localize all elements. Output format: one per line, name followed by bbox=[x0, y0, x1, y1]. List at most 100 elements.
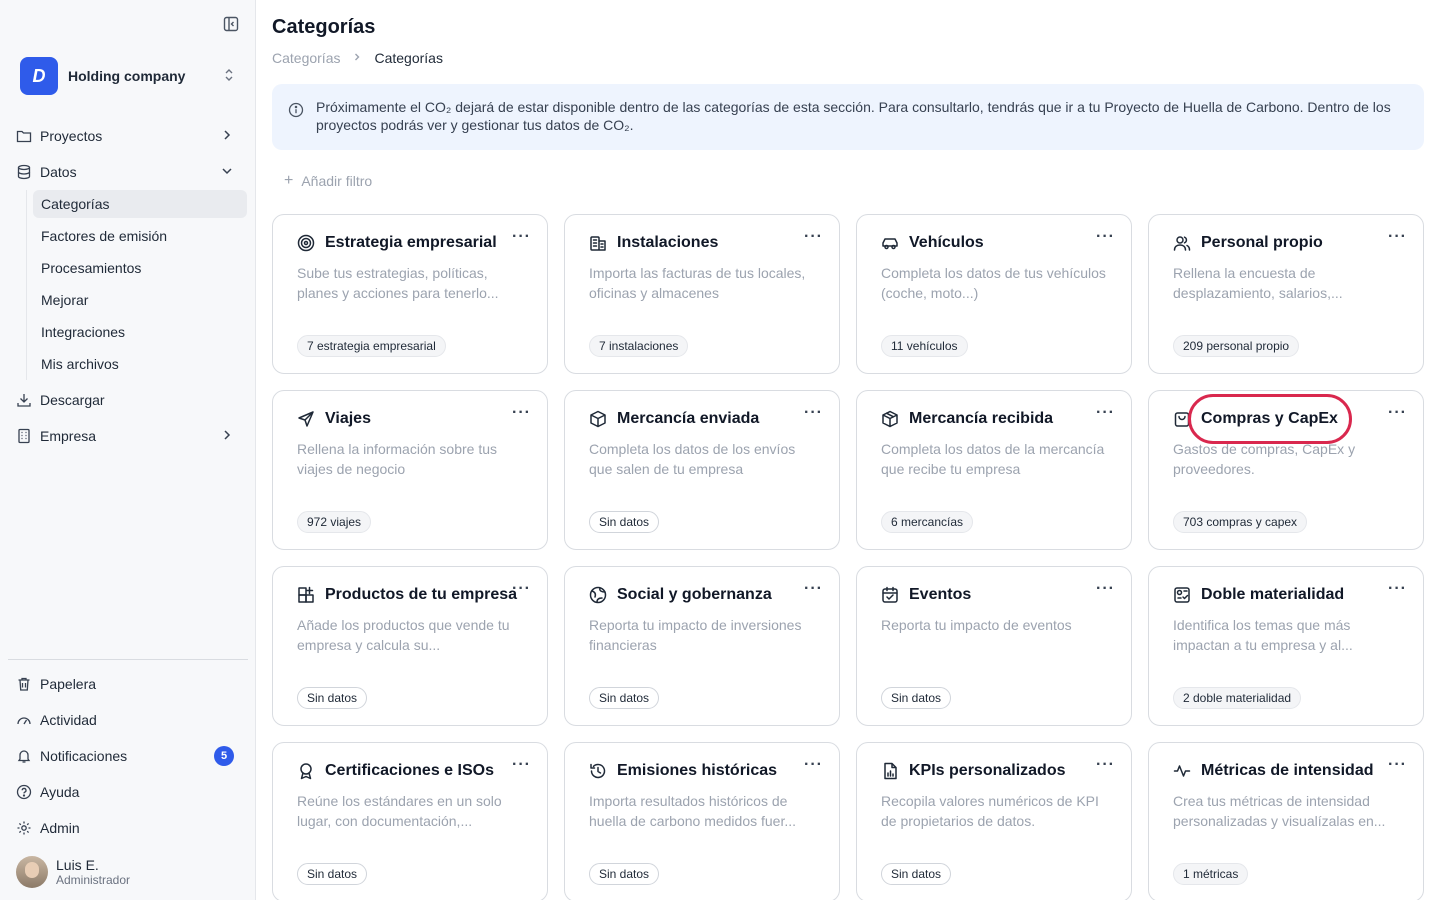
chevron-down-icon bbox=[220, 164, 234, 181]
card-count-badge: Sin datos bbox=[589, 511, 660, 533]
more-options-icon[interactable]: ··· bbox=[804, 756, 823, 774]
card-description: Importa las facturas de tus locales, ofi… bbox=[589, 265, 806, 301]
card-title: Mercancía recibida bbox=[909, 410, 1054, 427]
more-options-icon[interactable]: ··· bbox=[804, 404, 823, 422]
nav-papelera-label: Papelera bbox=[40, 676, 97, 692]
card-count-badge: 7 instalaciones bbox=[589, 335, 689, 357]
more-options-icon[interactable]: ··· bbox=[1096, 404, 1115, 422]
category-card[interactable]: Eventos ··· Reporta tu impacto de eventos S… bbox=[856, 566, 1132, 726]
more-options-icon[interactable]: ··· bbox=[1096, 228, 1115, 246]
more-options-icon[interactable]: ··· bbox=[512, 756, 531, 774]
nav-datos[interactable]: Datos bbox=[8, 158, 248, 186]
category-card[interactable]: Instalaciones ··· Importa las facturas de … bbox=[564, 214, 840, 374]
more-options-icon[interactable]: ··· bbox=[1096, 756, 1115, 774]
more-options-icon[interactable]: ··· bbox=[1388, 228, 1407, 246]
breadcrumb: Categorías Categorías bbox=[272, 50, 443, 66]
card-description: Reporta tu impacto de eventos bbox=[881, 617, 1072, 633]
notification-count-badge: 5 bbox=[214, 746, 234, 766]
nav-categorias[interactable]: Categorías bbox=[33, 190, 247, 218]
category-card[interactable]: Emisiones históricas ··· Importa resultado… bbox=[564, 742, 840, 900]
chevron-right-icon bbox=[220, 428, 234, 445]
user-name: Luis E. bbox=[56, 857, 99, 873]
category-card[interactable]: Doble materialidad ··· Identifica los tema… bbox=[1148, 566, 1424, 726]
category-card[interactable]: KPIs personalizados ··· Recopila valores n… bbox=[856, 742, 1132, 900]
card-description: Completa los datos de los envíos que sal… bbox=[589, 441, 796, 477]
card-count-badge: 972 viajes bbox=[297, 511, 372, 533]
more-options-icon[interactable]: ··· bbox=[512, 580, 531, 598]
nav-empresa-label: Empresa bbox=[40, 428, 97, 444]
category-card[interactable]: Estrategia empresarial ··· Sube tus estrat… bbox=[272, 214, 548, 374]
sidebar-collapse-icon[interactable] bbox=[222, 15, 240, 33]
more-options-icon[interactable]: ··· bbox=[804, 228, 823, 246]
add-filter-button[interactable]: + Añadir filtro bbox=[284, 172, 372, 190]
plus-icon: + bbox=[284, 172, 294, 189]
nav-actividad-label: Actividad bbox=[40, 712, 97, 728]
nav-admin[interactable]: Admin bbox=[8, 814, 248, 842]
nav-proyectos[interactable]: Proyectos bbox=[8, 122, 248, 150]
card-count-badge: 2 doble materialidad bbox=[1173, 687, 1302, 709]
nav-ayuda-label: Ayuda bbox=[40, 784, 80, 800]
building-icon bbox=[589, 234, 607, 252]
card-description: Reporta tu impacto de inversiones financ… bbox=[589, 617, 802, 653]
nav-empresa[interactable]: Empresa bbox=[8, 422, 248, 450]
sidebar: D Holding company Proyectos Datos Catego… bbox=[0, 0, 256, 900]
history-icon bbox=[589, 762, 607, 780]
category-card[interactable]: Mercancía recibida ··· Completa los datos … bbox=[856, 390, 1132, 550]
card-title: Productos de tu empresa bbox=[325, 586, 518, 603]
company-switcher[interactable]: D Holding company bbox=[20, 57, 246, 95]
download-icon bbox=[16, 392, 32, 408]
trash-icon bbox=[16, 676, 32, 692]
user-profile[interactable]: Luis E. Administrador bbox=[16, 856, 130, 888]
gear-icon bbox=[16, 820, 32, 836]
info-icon bbox=[288, 102, 304, 118]
nav-notificaciones-label: Notificaciones bbox=[40, 748, 128, 764]
nav-mis-archivos[interactable]: Mis archivos bbox=[33, 350, 247, 378]
category-card[interactable]: Social y gobernanza ··· Reporta tu impacto… bbox=[564, 566, 840, 726]
matrix-icon bbox=[1173, 586, 1191, 604]
building-icon bbox=[16, 428, 32, 444]
more-options-icon[interactable]: ··· bbox=[512, 404, 531, 422]
target-icon bbox=[297, 234, 315, 252]
card-count-badge: 11 vehículos bbox=[881, 335, 968, 357]
card-description: Crea tus métricas de intensidad personal… bbox=[1173, 793, 1386, 829]
nav-papelera[interactable]: Papelera bbox=[8, 670, 248, 698]
info-banner: Próximamente el CO₂ dejará de estar disp… bbox=[272, 84, 1424, 150]
nav-mejorar[interactable]: Mejorar bbox=[33, 286, 247, 314]
category-card[interactable]: Métricas de intensidad ··· Crea tus métric… bbox=[1148, 742, 1424, 900]
card-count-badge: 7 estrategia empresarial bbox=[297, 335, 446, 357]
more-options-icon[interactable]: ··· bbox=[1388, 580, 1407, 598]
card-count-badge: Sin datos bbox=[881, 687, 952, 709]
more-options-icon[interactable]: ··· bbox=[1388, 404, 1407, 422]
car-icon bbox=[881, 234, 899, 252]
category-card[interactable]: Mercancía enviada ··· Completa los datos d… bbox=[564, 390, 840, 550]
more-options-icon[interactable]: ··· bbox=[1388, 756, 1407, 774]
breadcrumb-link[interactable]: Categorías bbox=[272, 50, 340, 66]
card-title: Eventos bbox=[909, 586, 972, 603]
more-options-icon[interactable]: ··· bbox=[804, 580, 823, 598]
card-title: Certificaciones e ISOs bbox=[325, 762, 494, 779]
nav-notificaciones[interactable]: Notificaciones 5 bbox=[8, 742, 248, 770]
folder-icon bbox=[16, 128, 32, 144]
calendar-icon bbox=[881, 586, 899, 604]
more-options-icon[interactable]: ··· bbox=[1096, 580, 1115, 598]
card-count-badge: Sin datos bbox=[881, 863, 952, 885]
category-card[interactable]: Viajes ··· Rellena la información sobre tu… bbox=[272, 390, 548, 550]
boxes-icon bbox=[881, 410, 899, 428]
category-card[interactable]: Productos de tu empresa ··· Añade los prod… bbox=[272, 566, 548, 726]
nav-descargar[interactable]: Descargar bbox=[8, 386, 248, 414]
sidebar-divider bbox=[8, 659, 248, 660]
category-card[interactable]: Certificaciones e ISOs ··· Reúne los están… bbox=[272, 742, 548, 900]
nav-procesamientos[interactable]: Procesamientos bbox=[33, 254, 247, 282]
nav-integraciones[interactable]: Integraciones bbox=[33, 318, 247, 346]
info-banner-text: Próximamente el CO₂ dejará de estar disp… bbox=[316, 99, 1391, 133]
nav-datos-label: Datos bbox=[40, 164, 77, 180]
nav-actividad[interactable]: Actividad bbox=[8, 706, 248, 734]
category-card[interactable]: Personal propio ··· Rellena la encuesta de… bbox=[1148, 214, 1424, 374]
category-card[interactable]: Vehículos ··· Completa los datos de tus ve… bbox=[856, 214, 1132, 374]
nav-ayuda[interactable]: Ayuda bbox=[8, 778, 248, 806]
activity-icon bbox=[1173, 762, 1191, 780]
card-count-badge: Sin datos bbox=[297, 863, 368, 885]
card-title: KPIs personalizados bbox=[909, 762, 1066, 779]
nav-factores-emision[interactable]: Factores de emisión bbox=[33, 222, 247, 250]
more-options-icon[interactable]: ··· bbox=[512, 228, 531, 246]
